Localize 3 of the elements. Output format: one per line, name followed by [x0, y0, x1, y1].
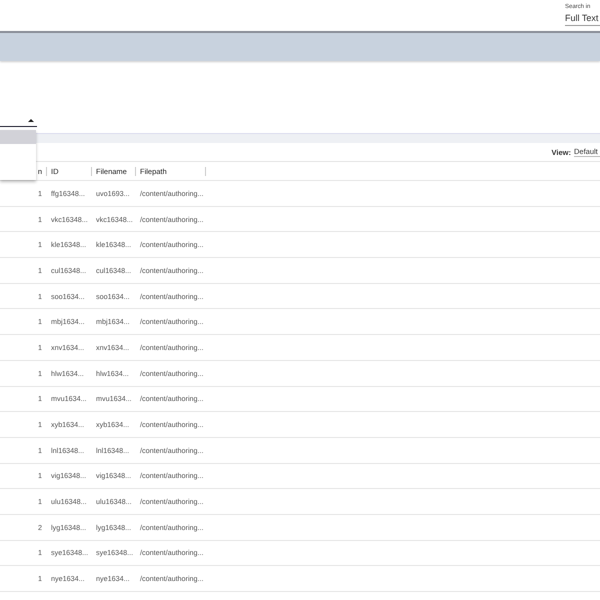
search-in-dropdown[interactable]: Full Text: [565, 13, 600, 26]
caret-icon: [28, 119, 34, 122]
dropdown-field[interactable]: [0, 117, 37, 127]
